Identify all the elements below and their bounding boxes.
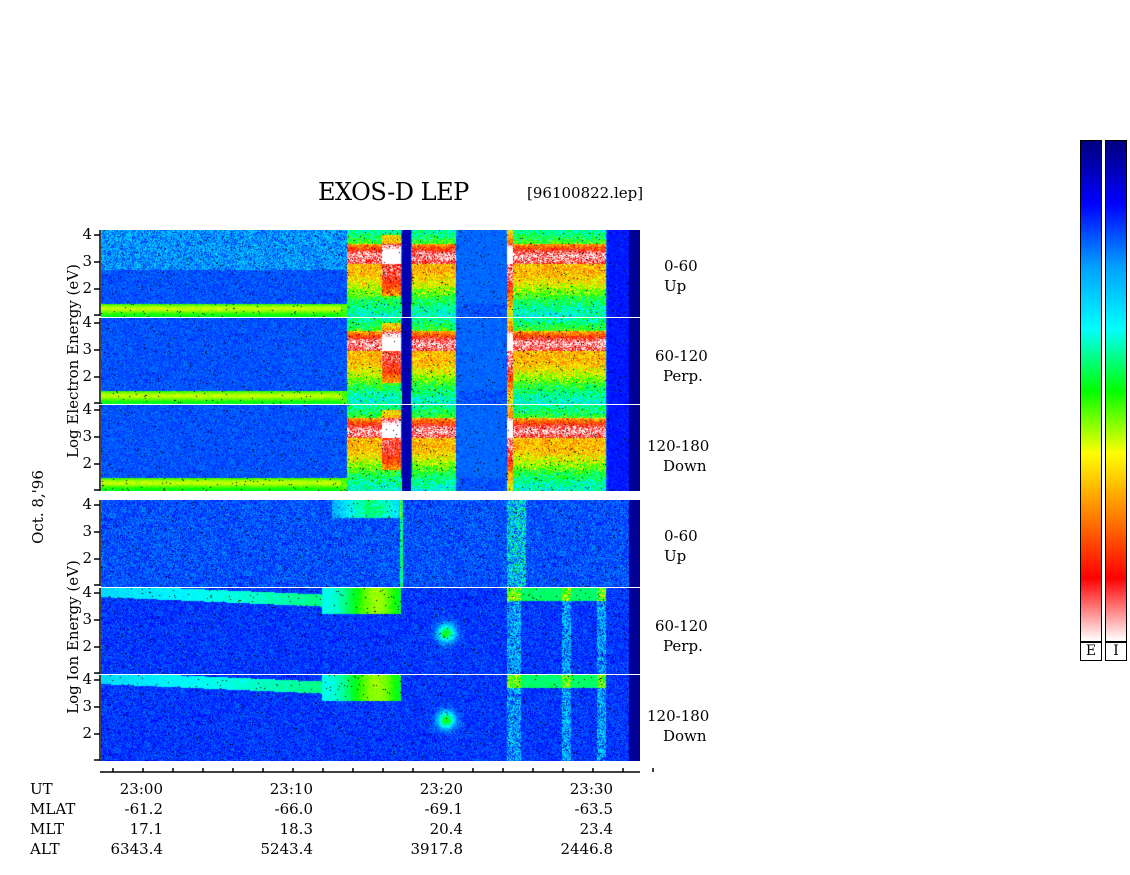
panel-angle-label: 120-180 (647, 437, 710, 455)
alt-value: 5243.4 (260, 840, 314, 858)
alt-value: 3917.8 (410, 840, 464, 858)
ut-tick-label: 23:20 (419, 780, 463, 798)
mlt-value: 17.1 (129, 820, 163, 838)
panel-angle-label: 0-60 (664, 257, 698, 275)
alt-value: 2446.8 (560, 840, 614, 858)
y-tick-label: 4 (82, 495, 92, 513)
mlat-value: -66.0 (274, 800, 313, 818)
y-tick-label: 3 (82, 610, 92, 628)
ut-tick-label: 23:10 (269, 780, 313, 798)
panel-dir-label: Perp. (663, 637, 703, 655)
electron-colorbar-tag: E (1080, 642, 1102, 661)
y-tick-label: 3 (82, 697, 92, 715)
alt-value: 6343.4 (110, 840, 164, 858)
mlt-value: 18.3 (279, 820, 313, 838)
y-tick-label: 2 (82, 279, 92, 297)
electron-colorbar (1080, 140, 1102, 642)
y-tick-label: 2 (82, 724, 92, 742)
y-tick-label: 4 (82, 313, 92, 331)
panel-dir-label: Up (664, 277, 687, 295)
panel-dir-label: Down (663, 457, 707, 475)
panel-angle-label: 60-120 (655, 617, 708, 635)
y-tick-label: 2 (82, 549, 92, 567)
orbit-row-label: UT (30, 780, 53, 798)
y-tick-label: 3 (82, 340, 92, 358)
y-tick-label: 3 (82, 252, 92, 270)
mlat-value: -69.1 (424, 800, 463, 818)
ut-tick-label: 23:00 (119, 780, 163, 798)
panel-angle-label: 0-60 (664, 527, 698, 545)
y-tick-label: 3 (82, 427, 92, 445)
ion-colorbar-tag: I (1105, 642, 1127, 661)
ion-colorbar (1105, 140, 1127, 642)
orbit-row-label: ALT (30, 840, 60, 858)
y-tick-label: 4 (82, 670, 92, 688)
orbit-row-label: MLT (30, 820, 65, 838)
mlt-value: 23.4 (579, 820, 613, 838)
axis-frame (94, 230, 654, 773)
y-tick-label: 4 (82, 583, 92, 601)
y-tick-label: 2 (82, 637, 92, 655)
panel-dir-label: Up (664, 547, 687, 565)
panel-dir-label: Perp. (663, 367, 703, 385)
ut-tick-label: 23:30 (569, 780, 613, 798)
y-tick-label: 3 (82, 522, 92, 540)
mlt-value: 20.4 (429, 820, 463, 838)
panel-angle-label: 60-120 (655, 347, 708, 365)
mlat-value: -61.2 (124, 800, 163, 818)
y-tick-label: 4 (82, 225, 92, 243)
panel-angle-label: 120-180 (647, 707, 710, 725)
y-tick-label: 2 (82, 454, 92, 472)
mlat-value: -63.5 (574, 800, 613, 818)
orbit-row-label: MLAT (30, 800, 76, 818)
y-tick-label: 2 (82, 367, 92, 385)
y-tick-label: 4 (82, 400, 92, 418)
panel-dir-label: Down (663, 727, 707, 745)
